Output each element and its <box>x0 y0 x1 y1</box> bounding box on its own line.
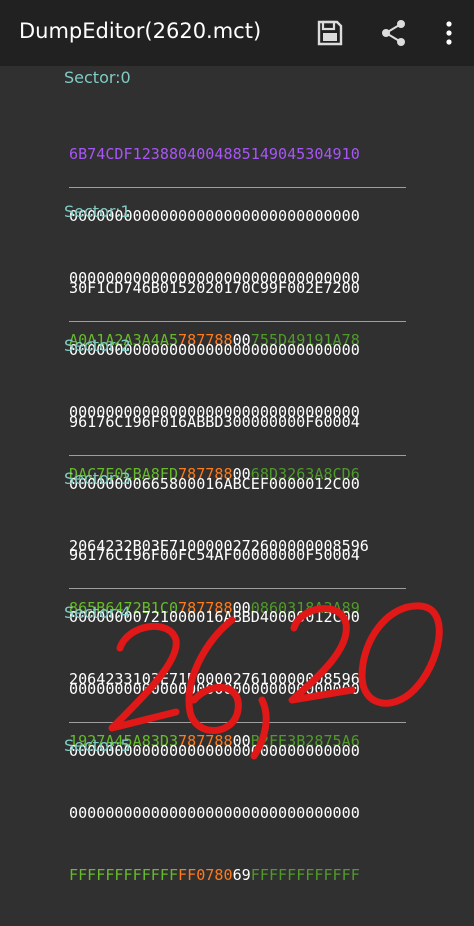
data-line: 30F1CD746B0152020170C99F002E7200 <box>69 279 360 298</box>
key-b: FFFFFFFFFFFF <box>250 865 360 884</box>
divider <box>69 588 406 589</box>
share-icon[interactable] <box>379 18 409 48</box>
save-icon[interactable] <box>315 18 345 48</box>
sector-block[interactable]: 00000000000000000000000000000000 0000000… <box>69 638 409 926</box>
gpb: 69 <box>232 865 251 884</box>
divider <box>69 187 406 188</box>
data-line: 00000000000000000000000000000000 <box>69 803 360 822</box>
app-title: DumpEditor(2620.mct) <box>19 19 262 43</box>
sector-label: Sector:2 <box>64 336 131 355</box>
key-a: FFFFFFFFFFFF <box>69 865 179 884</box>
data-line: 00000000000000000000000000000000 <box>69 680 360 699</box>
app-bar: DumpEditor(2620.mct) <box>0 0 474 66</box>
sector-label: Sector:5 <box>64 736 131 755</box>
sector-label: Sector:1 <box>64 202 131 221</box>
data-line: 96176C196F016ABBD300000000F60004 <box>69 413 360 432</box>
divider <box>69 321 406 322</box>
access-bits: FF0780 <box>178 865 233 884</box>
sector-label: Sector:4 <box>64 603 131 622</box>
more-vert-icon[interactable] <box>434 18 464 48</box>
trailer-line: FFFFFFFFFFFFFF078069FFFFFFFFFFFF <box>69 865 409 886</box>
sector-label: Sector:3 <box>64 469 131 488</box>
sector-label: Sector:0 <box>64 68 131 87</box>
divider <box>69 455 406 456</box>
divider <box>69 722 406 723</box>
uid-line: 6B74CDF1238804004885149045304910 <box>69 145 360 164</box>
data-line: 96176C196F00FC54AF00000000F50004 <box>69 546 360 565</box>
